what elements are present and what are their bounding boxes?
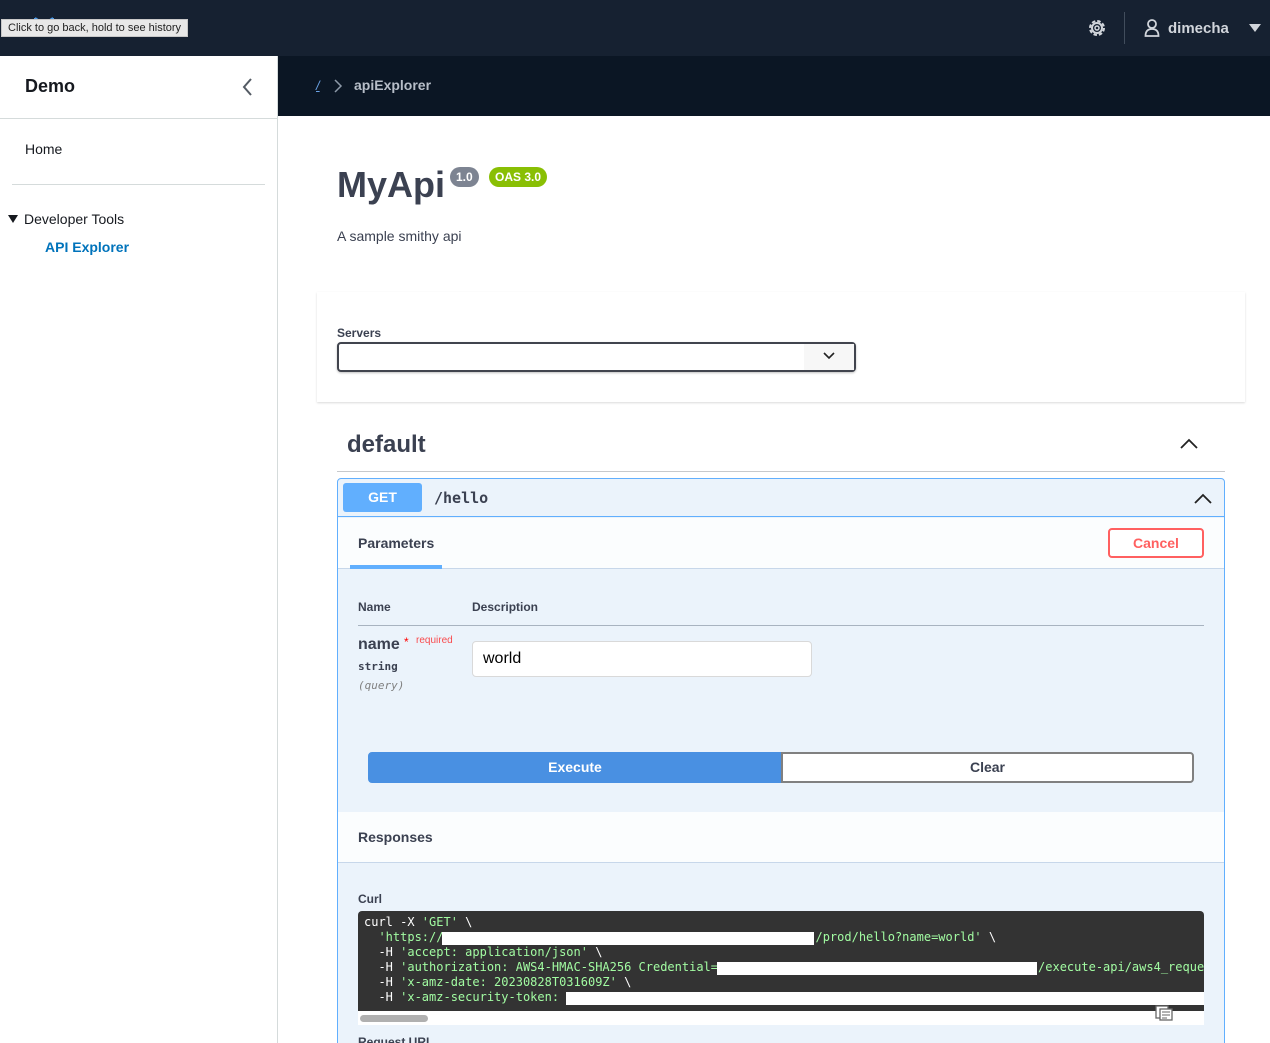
servers-label: Servers: [337, 326, 382, 340]
param-name: name: [358, 636, 400, 653]
redacted-block: [717, 962, 1037, 975]
sidebar-section-label: Developer Tools: [24, 211, 125, 227]
breadcrumb: / apiExplorer: [278, 56, 1270, 116]
request-url-label: Request URL: [358, 1035, 434, 1043]
param-type: string: [358, 660, 398, 673]
required-star: *: [404, 635, 409, 649]
oas-badge: OAS 3.0: [489, 167, 548, 187]
caret-down-icon: [8, 215, 18, 223]
required-label: required: [416, 635, 453, 646]
tag-divider: [337, 471, 1225, 472]
sidebar-divider: [12, 184, 265, 185]
user-name: dimecha: [1168, 19, 1229, 37]
chevron-up-icon[interactable]: [1193, 491, 1213, 505]
topbar-divider: [1124, 12, 1125, 44]
clear-button[interactable]: Clear: [781, 752, 1194, 783]
sidebar-section-developer-tools[interactable]: Developer Tools: [8, 211, 124, 227]
version-badge: 1.0: [450, 167, 479, 187]
api-title: MyApi: [337, 164, 445, 205]
column-header-description: Description: [472, 600, 539, 614]
responses-title: Responses: [358, 829, 433, 845]
side-navigation: Demo Home Developer Tools API Explorer: [0, 56, 278, 1043]
execute-button[interactable]: Execute: [368, 752, 782, 783]
operation-block: GET /hello Parameters Cancel Name Descri…: [337, 478, 1225, 1043]
tab-underline: [350, 565, 442, 569]
redacted-block: [442, 932, 814, 945]
top-navigation: Click to go back, hold to see history di…: [0, 0, 1270, 56]
gear-icon[interactable]: [1086, 17, 1108, 39]
params-divider: [358, 625, 1204, 626]
servers-select[interactable]: [337, 342, 856, 372]
breadcrumb-current: apiExplorer: [354, 77, 432, 93]
select-arrow[interactable]: [804, 344, 854, 370]
param-location: (query): [358, 679, 405, 692]
tab-parameters[interactable]: Parameters: [358, 535, 434, 551]
user-menu[interactable]: dimecha: [1144, 17, 1261, 39]
horizontal-scrollbar[interactable]: [358, 1011, 1204, 1025]
parameters-header: Parameters Cancel: [338, 518, 1224, 569]
curl-label: Curl: [358, 892, 382, 906]
responses-header: Responses: [338, 812, 1224, 863]
chevron-down-icon: [823, 352, 835, 360]
column-header-name: Name: [358, 600, 391, 614]
servers-panel: Servers: [317, 292, 1245, 402]
operation-path: /hello: [434, 489, 489, 507]
sidebar-header: Demo: [0, 56, 277, 119]
back-tooltip: Click to go back, hold to see history: [1, 19, 189, 37]
chevron-right-icon: [334, 79, 343, 93]
chevron-left-icon[interactable]: [239, 76, 257, 98]
tag-title[interactable]: default: [347, 431, 426, 459]
operation-summary[interactable]: GET /hello: [338, 479, 1224, 517]
method-badge: GET: [343, 483, 422, 512]
name-param-input[interactable]: world: [472, 641, 812, 677]
cancel-button[interactable]: Cancel: [1108, 528, 1204, 558]
caret-down-icon: [1248, 24, 1261, 32]
execute-button-group: Execute Clear: [368, 752, 1194, 784]
scrollbar-thumb[interactable]: [360, 1015, 428, 1022]
sidebar-item-home[interactable]: Home: [25, 141, 62, 157]
breadcrumb-root-link[interactable]: /: [316, 78, 320, 93]
copy-icon[interactable]: [1155, 1005, 1173, 1021]
sidebar-item-api-explorer[interactable]: API Explorer: [45, 239, 129, 255]
redacted-block: [566, 992, 1204, 1005]
api-description: A sample smithy api: [337, 228, 462, 244]
user-icon: [1144, 19, 1160, 37]
curl-code-block[interactable]: curl -X 'GET' \ 'https:///prod/hello?nam…: [358, 911, 1204, 1011]
chevron-up-icon[interactable]: [1179, 436, 1199, 450]
sidebar-title[interactable]: Demo: [25, 76, 75, 97]
main-content: MyApi 1.0 OAS 3.0 A sample smithy api Se…: [278, 116, 1270, 1043]
